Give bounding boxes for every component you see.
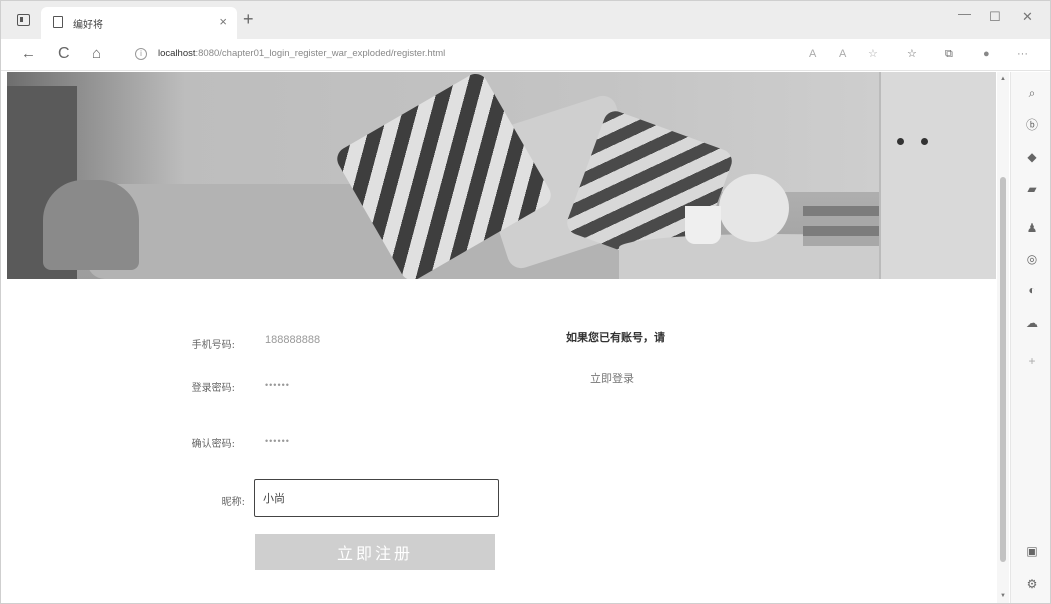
search-icon[interactable]: ⌕ — [1024, 86, 1040, 100]
minimize-button[interactable]: — — [958, 6, 971, 21]
tag-icon[interactable]: ◆ — [1024, 150, 1040, 164]
games-icon[interactable]: ♟ — [1024, 221, 1040, 235]
read-aloud-icon[interactable]: A — [809, 47, 816, 61]
page-icon — [53, 16, 63, 28]
nickname-input[interactable] — [254, 479, 499, 517]
scroll-down-arrow[interactable]: ▼ — [1000, 593, 1006, 599]
register-button[interactable]: 立即注册 — [255, 534, 495, 570]
login-link[interactable]: 立即登录 — [590, 370, 634, 386]
tab-strip: 编好将 × + — ☐ ✕ — [1, 1, 1050, 39]
tab-close-button[interactable]: × — [219, 14, 227, 29]
site-info-icon[interactable]: i — [135, 48, 147, 60]
translate-icon[interactable]: A — [839, 47, 846, 61]
favorites-star-icon[interactable]: ☆ — [907, 47, 917, 61]
banner-image — [7, 72, 996, 279]
more-icon[interactable]: ··· — [1017, 47, 1028, 61]
phone-label: 手机号码: — [191, 340, 235, 351]
bing-icon[interactable]: ⓑ — [1024, 118, 1040, 132]
password-label: 登录密码: — [191, 383, 235, 394]
profile-icon[interactable]: ● — [983, 47, 990, 61]
tracking-icon[interactable]: ☆ — [868, 47, 878, 61]
browser-window: 编好将 × + — ☐ ✕ ← C ⌂ i localhost:8080/cha… — [0, 0, 1051, 604]
url-host: localhost — [158, 48, 196, 59]
back-button[interactable]: ← — [21, 45, 36, 63]
tab-title: 编好将 — [73, 20, 103, 31]
scroll-thumb[interactable] — [1000, 177, 1006, 562]
briefcase-icon[interactable]: ▰ — [1024, 182, 1040, 196]
reload-button[interactable]: C — [58, 45, 70, 63]
settings-icon[interactable]: ⚙ — [1024, 577, 1040, 591]
nickname-label: 昵称: — [221, 497, 245, 508]
page-scrollbar[interactable]: ▲ ▼ — [997, 72, 1009, 603]
url-path: :8080/chapter01_login_register_war_explo… — [195, 48, 446, 59]
maximize-button[interactable]: ☐ — [989, 9, 1001, 25]
workspaces-icon[interactable] — [17, 14, 30, 26]
password-field[interactable]: •••••• — [265, 380, 290, 390]
browser-tab[interactable]: 编好将 × — [41, 7, 237, 39]
edge-sidebar: ⌕ ⓑ ◆ ▰ ♟ ◎ ◐ ☁ + ▣ ⚙ — [1010, 72, 1050, 603]
office-icon[interactable]: ◐ — [1024, 283, 1040, 297]
home-button[interactable]: ⌂ — [92, 45, 101, 63]
outlook-icon[interactable]: ☁ — [1024, 316, 1040, 330]
collections-icon[interactable]: ⧉ — [945, 47, 953, 61]
scroll-up-arrow[interactable]: ▲ — [1000, 76, 1006, 82]
login-prompt: 如果您已有账号，请 — [566, 331, 665, 344]
circle-app-icon[interactable]: ◎ — [1024, 252, 1040, 266]
navigation-bar: ← C ⌂ i localhost:8080/chapter01_login_r… — [1, 39, 1050, 71]
address-bar[interactable]: localhost:8080/chapter01_login_register_… — [158, 48, 445, 59]
close-window-button[interactable]: ✕ — [1022, 9, 1033, 25]
add-icon[interactable]: + — [1024, 354, 1040, 368]
screen-icon[interactable]: ▣ — [1024, 544, 1040, 558]
new-tab-button[interactable]: + — [243, 10, 254, 28]
page-viewport: 手机号码: 188888888 登录密码: •••••• 确认密码: •••••… — [7, 72, 996, 603]
confirm-password-label: 确认密码: — [191, 439, 235, 450]
phone-field[interactable]: 188888888 — [265, 334, 320, 346]
confirm-password-field[interactable]: •••••• — [265, 436, 290, 446]
